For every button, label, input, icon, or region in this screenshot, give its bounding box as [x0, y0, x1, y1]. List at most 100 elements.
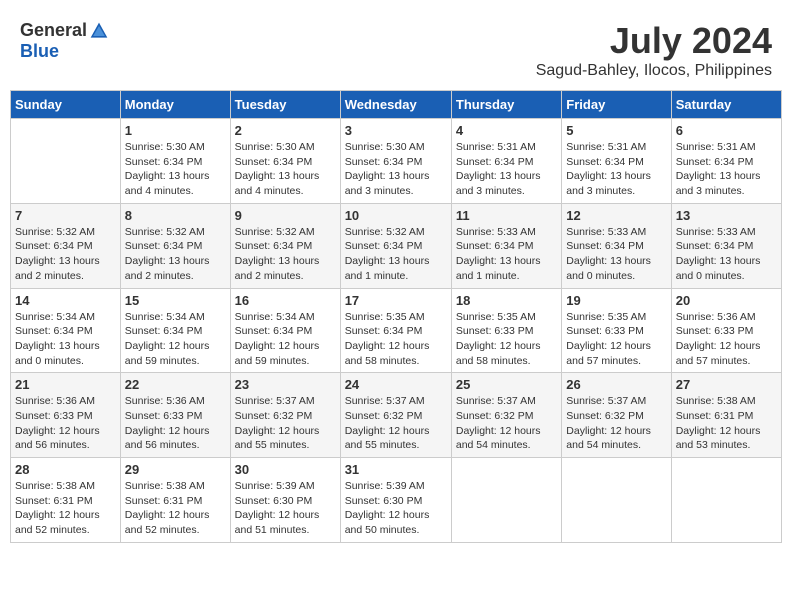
day-number: 12 [566, 208, 666, 223]
location-text: Sagud-Bahley, Ilocos, Philippines [536, 62, 772, 80]
day-info: Sunrise: 5:30 AMSunset: 6:34 PMDaylight:… [345, 140, 447, 199]
day-number: 21 [15, 377, 116, 392]
day-info: Sunrise: 5:37 AMSunset: 6:32 PMDaylight:… [566, 394, 666, 453]
calendar-cell: 14 Sunrise: 5:34 AMSunset: 6:34 PMDayligh… [11, 288, 121, 373]
calendar-cell: 26Sunrise: 5:37 AMSunset: 6:32 PMDayligh… [562, 373, 671, 458]
day-info: Sunrise: 5:33 AMSunset: 6:34 PMDaylight:… [566, 225, 666, 284]
calendar-cell: 18 Sunrise: 5:35 AMSunset: 6:33 PMDayligh… [451, 288, 561, 373]
weekday-header-thursday: Thursday [451, 91, 561, 119]
day-info: Sunrise: 5:31 AMSunset: 6:34 PMDaylight:… [566, 140, 666, 199]
day-number: 22 [125, 377, 226, 392]
calendar-week-5: 28 Sunrise: 5:38 AMSunset: 6:31 PMDayligh… [11, 458, 782, 543]
day-number: 17 [345, 293, 447, 308]
day-number: 8 [125, 208, 226, 223]
day-info: Sunrise: 5:35 AMSunset: 6:34 PMDaylight:… [345, 310, 447, 369]
day-info: Sunrise: 5:30 AMSunset: 6:34 PMDaylight:… [235, 140, 336, 199]
month-year-title: July 2024 [536, 20, 772, 62]
day-number: 27 [676, 377, 777, 392]
calendar-cell: 12 Sunrise: 5:33 AMSunset: 6:34 PMDayligh… [562, 203, 671, 288]
calendar-cell: 31 Sunrise: 5:39 AMSunset: 6:30 PMDayligh… [340, 458, 451, 543]
day-number: 1 [125, 123, 226, 138]
calendar-cell: 11 Sunrise: 5:33 AMSunset: 6:34 PMDayligh… [451, 203, 561, 288]
day-number: 6 [676, 123, 777, 138]
calendar-table: SundayMondayTuesdayWednesdayThursdayFrid… [10, 90, 782, 543]
calendar-cell: 2 Sunrise: 5:30 AMSunset: 6:34 PMDaylight… [230, 119, 340, 204]
day-info: Sunrise: 5:34 AMSunset: 6:34 PMDaylight:… [125, 310, 226, 369]
calendar-cell: 9Sunrise: 5:32 AMSunset: 6:34 PMDaylight… [230, 203, 340, 288]
calendar-week-1: 1 Sunrise: 5:30 AMSunset: 6:34 PMDaylight… [11, 119, 782, 204]
calendar-cell: 1 Sunrise: 5:30 AMSunset: 6:34 PMDaylight… [120, 119, 230, 204]
day-info: Sunrise: 5:38 AMSunset: 6:31 PMDaylight:… [15, 479, 116, 538]
day-number: 31 [345, 462, 447, 477]
day-number: 13 [676, 208, 777, 223]
day-number: 23 [235, 377, 336, 392]
weekday-header-row: SundayMondayTuesdayWednesdayThursdayFrid… [11, 91, 782, 119]
calendar-cell [11, 119, 121, 204]
logo: General Blue [20, 20, 109, 62]
day-info: Sunrise: 5:32 AMSunset: 6:34 PMDaylight:… [15, 225, 116, 284]
day-number: 25 [456, 377, 557, 392]
day-info: Sunrise: 5:34 AMSunset: 6:34 PMDaylight:… [235, 310, 336, 369]
logo-blue-text: Blue [20, 41, 59, 62]
calendar-cell: 19 Sunrise: 5:35 AMSunset: 6:33 PMDayligh… [562, 288, 671, 373]
weekday-header-friday: Friday [562, 91, 671, 119]
title-section: July 2024 Sagud-Bahley, Ilocos, Philippi… [536, 20, 772, 80]
calendar-cell [671, 458, 781, 543]
calendar-cell: 4 Sunrise: 5:31 AMSunset: 6:34 PMDaylight… [451, 119, 561, 204]
day-info: Sunrise: 5:39 AMSunset: 6:30 PMDaylight:… [235, 479, 336, 538]
day-info: Sunrise: 5:37 AMSunset: 6:32 PMDaylight:… [345, 394, 447, 453]
day-info: Sunrise: 5:36 AMSunset: 6:33 PMDaylight:… [125, 394, 226, 453]
calendar-cell: 29Sunrise: 5:38 AMSunset: 6:31 PMDayligh… [120, 458, 230, 543]
day-info: Sunrise: 5:30 AMSunset: 6:34 PMDaylight:… [125, 140, 226, 199]
day-number: 9 [235, 208, 336, 223]
calendar-cell: 6 Sunrise: 5:31 AMSunset: 6:34 PMDaylight… [671, 119, 781, 204]
weekday-header-tuesday: Tuesday [230, 91, 340, 119]
day-info: Sunrise: 5:35 AMSunset: 6:33 PMDaylight:… [456, 310, 557, 369]
calendar-cell: 24Sunrise: 5:37 AMSunset: 6:32 PMDayligh… [340, 373, 451, 458]
calendar-cell: 30 Sunrise: 5:39 AMSunset: 6:30 PMDayligh… [230, 458, 340, 543]
day-number: 4 [456, 123, 557, 138]
weekday-header-monday: Monday [120, 91, 230, 119]
calendar-cell: 8 Sunrise: 5:32 AMSunset: 6:34 PMDaylight… [120, 203, 230, 288]
day-number: 30 [235, 462, 336, 477]
day-number: 28 [15, 462, 116, 477]
day-number: 20 [676, 293, 777, 308]
day-info: Sunrise: 5:37 AMSunset: 6:32 PMDaylight:… [456, 394, 557, 453]
calendar-cell [451, 458, 561, 543]
day-number: 11 [456, 208, 557, 223]
day-info: Sunrise: 5:31 AMSunset: 6:34 PMDaylight:… [456, 140, 557, 199]
day-number: 2 [235, 123, 336, 138]
calendar-week-4: 21 Sunrise: 5:36 AMSunset: 6:33 PMDayligh… [11, 373, 782, 458]
calendar-cell: 3Sunrise: 5:30 AMSunset: 6:34 PMDaylight… [340, 119, 451, 204]
day-info: Sunrise: 5:39 AMSunset: 6:30 PMDaylight:… [345, 479, 447, 538]
weekday-header-wednesday: Wednesday [340, 91, 451, 119]
calendar-week-3: 14 Sunrise: 5:34 AMSunset: 6:34 PMDayligh… [11, 288, 782, 373]
calendar-cell: 25 Sunrise: 5:37 AMSunset: 6:32 PMDayligh… [451, 373, 561, 458]
logo-icon [89, 21, 109, 41]
day-number: 19 [566, 293, 666, 308]
calendar-week-2: 7 Sunrise: 5:32 AMSunset: 6:34 PMDaylight… [11, 203, 782, 288]
day-info: Sunrise: 5:34 AMSunset: 6:34 PMDaylight:… [15, 310, 116, 369]
calendar-cell: 27Sunrise: 5:38 AMSunset: 6:31 PMDayligh… [671, 373, 781, 458]
calendar-cell: 10Sunrise: 5:32 AMSunset: 6:34 PMDayligh… [340, 203, 451, 288]
calendar-cell: 5Sunrise: 5:31 AMSunset: 6:34 PMDaylight… [562, 119, 671, 204]
day-info: Sunrise: 5:36 AMSunset: 6:33 PMDaylight:… [676, 310, 777, 369]
day-info: Sunrise: 5:35 AMSunset: 6:33 PMDaylight:… [566, 310, 666, 369]
day-number: 7 [15, 208, 116, 223]
calendar-cell: 17 Sunrise: 5:35 AMSunset: 6:34 PMDayligh… [340, 288, 451, 373]
calendar-cell: 28 Sunrise: 5:38 AMSunset: 6:31 PMDayligh… [11, 458, 121, 543]
day-info: Sunrise: 5:33 AMSunset: 6:34 PMDaylight:… [456, 225, 557, 284]
calendar-cell: 23Sunrise: 5:37 AMSunset: 6:32 PMDayligh… [230, 373, 340, 458]
day-info: Sunrise: 5:31 AMSunset: 6:34 PMDaylight:… [676, 140, 777, 199]
day-number: 14 [15, 293, 116, 308]
day-info: Sunrise: 5:33 AMSunset: 6:34 PMDaylight:… [676, 225, 777, 284]
day-info: Sunrise: 5:32 AMSunset: 6:34 PMDaylight:… [345, 225, 447, 284]
day-number: 15 [125, 293, 226, 308]
page-header: General Blue July 2024 Sagud-Bahley, Ilo… [10, 10, 782, 85]
day-info: Sunrise: 5:32 AMSunset: 6:34 PMDaylight:… [125, 225, 226, 284]
calendar-cell: 16 Sunrise: 5:34 AMSunset: 6:34 PMDayligh… [230, 288, 340, 373]
day-number: 16 [235, 293, 336, 308]
day-number: 18 [456, 293, 557, 308]
calendar-cell: 13 Sunrise: 5:33 AMSunset: 6:34 PMDayligh… [671, 203, 781, 288]
calendar-cell: 22 Sunrise: 5:36 AMSunset: 6:33 PMDayligh… [120, 373, 230, 458]
